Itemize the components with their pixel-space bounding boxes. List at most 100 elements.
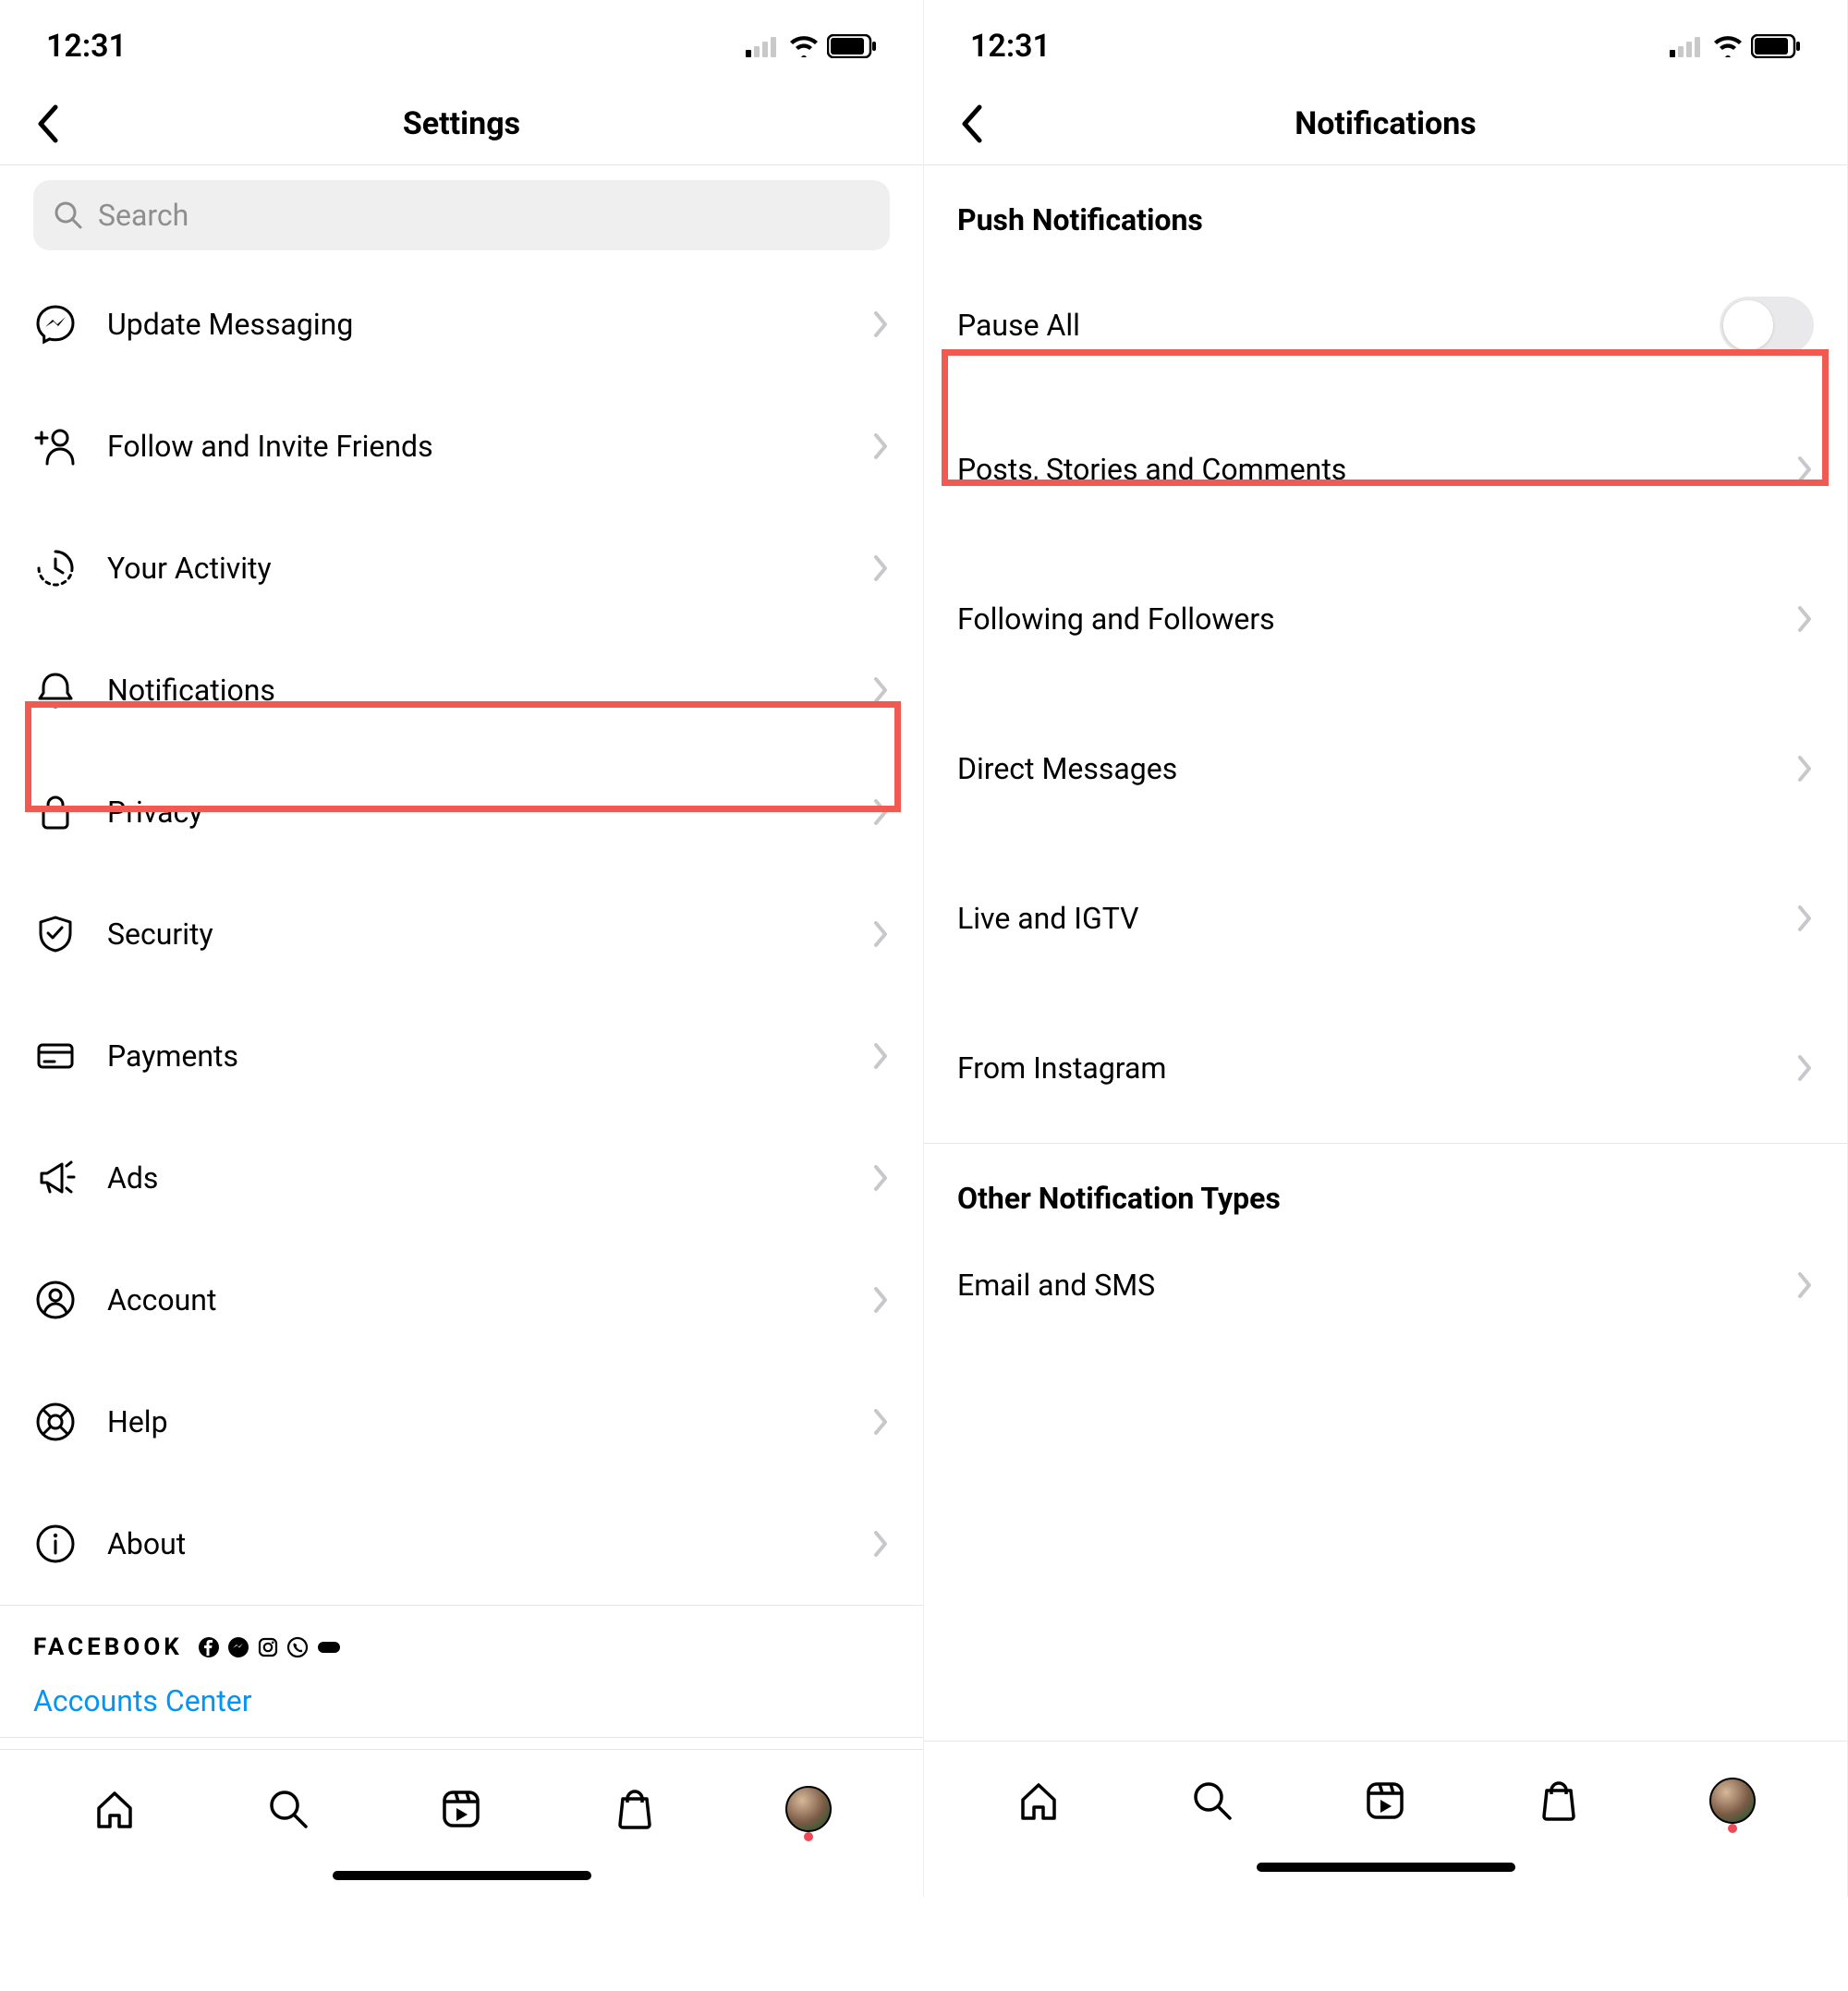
row-notifications[interactable]: Notifications xyxy=(33,629,890,751)
chevron-right-icon xyxy=(873,798,890,826)
row-following-followers[interactable]: Following and Followers xyxy=(957,544,1814,694)
status-time: 12:31 xyxy=(46,28,127,65)
settings-list: Update Messaging Follow and Invite Frien… xyxy=(0,263,923,1605)
toggle-knob xyxy=(1723,300,1773,350)
row-label: Privacy xyxy=(107,795,844,830)
whatsapp-icon xyxy=(286,1636,309,1658)
nav-header: Notifications xyxy=(924,83,1847,164)
row-ads[interactable]: Ads xyxy=(33,1117,890,1239)
facebook-brands: FACEBOOK xyxy=(33,1633,890,1661)
account-icon xyxy=(33,1278,78,1322)
row-live-igtv[interactable]: Live and IGTV xyxy=(957,844,1814,993)
push-list: Pause All Posts, Stories and Comments Fo… xyxy=(924,256,1847,1143)
tab-shop[interactable] xyxy=(1534,1776,1584,1826)
chevron-right-icon xyxy=(873,1408,890,1436)
page-title: Settings xyxy=(403,105,520,142)
pause-all-toggle[interactable] xyxy=(1720,297,1814,354)
activity-icon xyxy=(33,546,78,590)
back-button[interactable] xyxy=(959,103,985,144)
row-label: Following and Followers xyxy=(957,601,1797,637)
row-privacy[interactable]: Privacy xyxy=(33,751,890,873)
chevron-right-icon xyxy=(873,1530,890,1558)
home-icon xyxy=(1015,1778,1062,1824)
row-label: Account xyxy=(107,1282,844,1317)
chevron-right-icon xyxy=(1797,904,1814,932)
tab-bar xyxy=(924,1741,1847,1853)
tab-home[interactable] xyxy=(1014,1776,1064,1826)
row-follow-invite[interactable]: Follow and Invite Friends xyxy=(33,385,890,507)
row-label: About xyxy=(107,1526,844,1561)
battery-icon xyxy=(1751,34,1801,58)
row-help[interactable]: Help xyxy=(33,1361,890,1483)
cellular-icon xyxy=(746,35,781,57)
shop-icon xyxy=(612,1786,658,1832)
cellular-icon xyxy=(1670,35,1705,57)
help-icon xyxy=(33,1400,78,1444)
spacer xyxy=(924,1345,1847,1730)
row-update-messaging[interactable]: Update Messaging xyxy=(33,263,890,385)
row-email-sms[interactable]: Email and SMS xyxy=(957,1225,1814,1345)
chevron-right-icon xyxy=(873,676,890,704)
shield-icon xyxy=(33,912,78,956)
chevron-right-icon xyxy=(873,1042,890,1070)
divider xyxy=(0,164,923,165)
avatar-icon xyxy=(1709,1778,1756,1824)
row-label: Follow and Invite Friends xyxy=(107,429,844,464)
chevron-right-icon xyxy=(1797,605,1814,633)
status-time: 12:31 xyxy=(970,28,1051,65)
row-about[interactable]: About xyxy=(33,1483,890,1605)
status-bar: 12:31 xyxy=(0,0,923,83)
row-label: Live and IGTV xyxy=(957,901,1797,936)
tab-reels[interactable] xyxy=(1360,1776,1410,1826)
row-pause-all[interactable]: Pause All xyxy=(957,256,1814,395)
row-security[interactable]: Security xyxy=(33,873,890,995)
tab-home[interactable] xyxy=(90,1784,140,1834)
messenger-small-icon xyxy=(227,1636,249,1658)
megaphone-icon xyxy=(33,1156,78,1200)
home-icon xyxy=(91,1786,138,1832)
row-your-activity[interactable]: Your Activity xyxy=(33,507,890,629)
lock-icon xyxy=(33,790,78,834)
info-icon xyxy=(33,1522,78,1566)
row-label: Help xyxy=(107,1404,844,1439)
status-icons xyxy=(746,34,877,58)
section-push: Push Notifications xyxy=(924,165,1847,256)
tab-profile[interactable] xyxy=(784,1784,833,1834)
phone-notifications: 12:31 Notifications Push Notifications P… xyxy=(924,0,1848,1897)
other-list: Email and SMS xyxy=(924,1225,1847,1345)
chevron-right-icon xyxy=(1797,455,1814,483)
row-label: Your Activity xyxy=(107,551,844,586)
section-other: Other Notification Types xyxy=(924,1144,1847,1225)
shop-icon xyxy=(1536,1778,1582,1824)
tab-search[interactable] xyxy=(263,1784,313,1834)
divider xyxy=(0,1737,923,1738)
search-placeholder: Search xyxy=(98,198,188,233)
page-title: Notifications xyxy=(1295,105,1477,142)
row-from-instagram[interactable]: From Instagram xyxy=(957,993,1814,1143)
back-button[interactable] xyxy=(35,103,61,144)
row-label: From Instagram xyxy=(957,1050,1797,1086)
add-friend-icon xyxy=(33,424,78,468)
tab-reels[interactable] xyxy=(436,1784,486,1834)
chevron-right-icon xyxy=(873,1286,890,1314)
accounts-center-link[interactable]: Accounts Center xyxy=(33,1683,890,1718)
row-posts-stories[interactable]: Posts, Stories and Comments xyxy=(957,395,1814,544)
row-direct-messages[interactable]: Direct Messages xyxy=(957,694,1814,844)
avatar-icon xyxy=(785,1786,832,1832)
chevron-left-icon xyxy=(35,103,61,144)
row-label: Notifications xyxy=(107,673,844,708)
home-indicator xyxy=(333,1871,591,1880)
row-label: Pause All xyxy=(957,308,1720,343)
row-payments[interactable]: Payments xyxy=(33,995,890,1117)
tab-search[interactable] xyxy=(1187,1776,1237,1826)
reels-icon xyxy=(1362,1778,1408,1824)
search-input[interactable]: Search xyxy=(33,180,890,250)
brand-icons xyxy=(198,1636,342,1658)
facebook-label: FACEBOOK xyxy=(33,1633,183,1661)
chevron-right-icon xyxy=(873,432,890,460)
wifi-icon xyxy=(788,35,820,57)
tab-shop[interactable] xyxy=(610,1784,660,1834)
row-label: Ads xyxy=(107,1160,844,1196)
tab-profile[interactable] xyxy=(1708,1776,1757,1826)
row-account[interactable]: Account xyxy=(33,1239,890,1361)
